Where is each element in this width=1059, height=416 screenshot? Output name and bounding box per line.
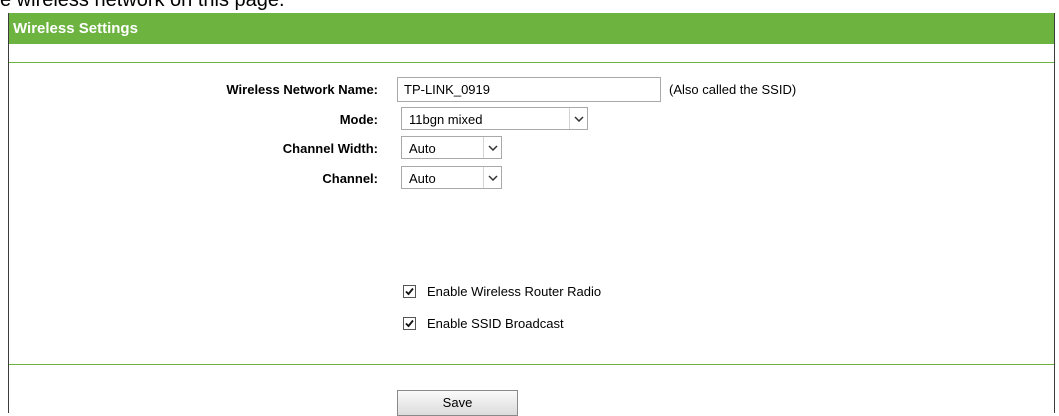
- page-caption: e wireless network on this page.: [0, 0, 285, 11]
- ssid-input[interactable]: [397, 77, 661, 102]
- channel-width-label: Channel Width:: [282, 141, 378, 156]
- ssid-broadcast-checkbox[interactable]: [403, 317, 416, 330]
- wireless-settings-panel: Wireless Settings: [8, 13, 1055, 413]
- chevron-down-icon: [569, 108, 587, 129]
- channel-select[interactable]: Auto: [401, 166, 502, 189]
- chevron-down-icon: [483, 167, 501, 188]
- top-divider: [9, 62, 1054, 63]
- enable-radio-checkbox[interactable]: [403, 285, 416, 298]
- channel-width-selected-value: Auto: [409, 141, 436, 156]
- ssid-broadcast-label: Enable SSID Broadcast: [427, 316, 564, 331]
- save-button[interactable]: Save: [397, 390, 518, 416]
- enable-radio-label: Enable Wireless Router Radio: [427, 284, 602, 299]
- check-icon: [405, 319, 414, 328]
- ssid-label: Wireless Network Name:: [226, 82, 378, 97]
- channel-label: Channel:: [322, 171, 378, 186]
- panel-header: Wireless Settings: [9, 13, 1054, 44]
- check-icon: [405, 287, 414, 296]
- ssid-broadcast-row[interactable]: Enable SSID Broadcast: [403, 316, 564, 331]
- channel-width-select[interactable]: Auto: [401, 136, 502, 159]
- enable-radio-row[interactable]: Enable Wireless Router Radio: [403, 284, 601, 299]
- mode-select[interactable]: 11bgn mixed: [401, 107, 588, 130]
- bottom-divider: [9, 364, 1054, 365]
- mode-label: Mode:: [339, 112, 378, 127]
- channel-selected-value: Auto: [409, 171, 436, 186]
- mode-selected-value: 11bgn mixed: [409, 112, 483, 127]
- chevron-down-icon: [483, 137, 501, 158]
- ssid-hint: (Also called the SSID): [669, 82, 797, 97]
